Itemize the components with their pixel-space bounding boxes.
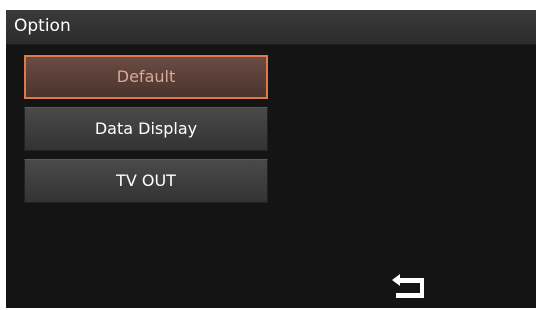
- back-arrow-icon: [392, 274, 424, 298]
- page-title: Option: [14, 16, 71, 36]
- tv-out-button[interactable]: TV OUT: [24, 159, 268, 203]
- option-screen: Option Default Data Display TV OUT: [6, 10, 536, 308]
- title-bar: Option: [6, 10, 536, 45]
- default-button[interactable]: Default: [24, 55, 268, 99]
- data-display-button[interactable]: Data Display: [24, 107, 268, 151]
- back-button[interactable]: [390, 274, 426, 300]
